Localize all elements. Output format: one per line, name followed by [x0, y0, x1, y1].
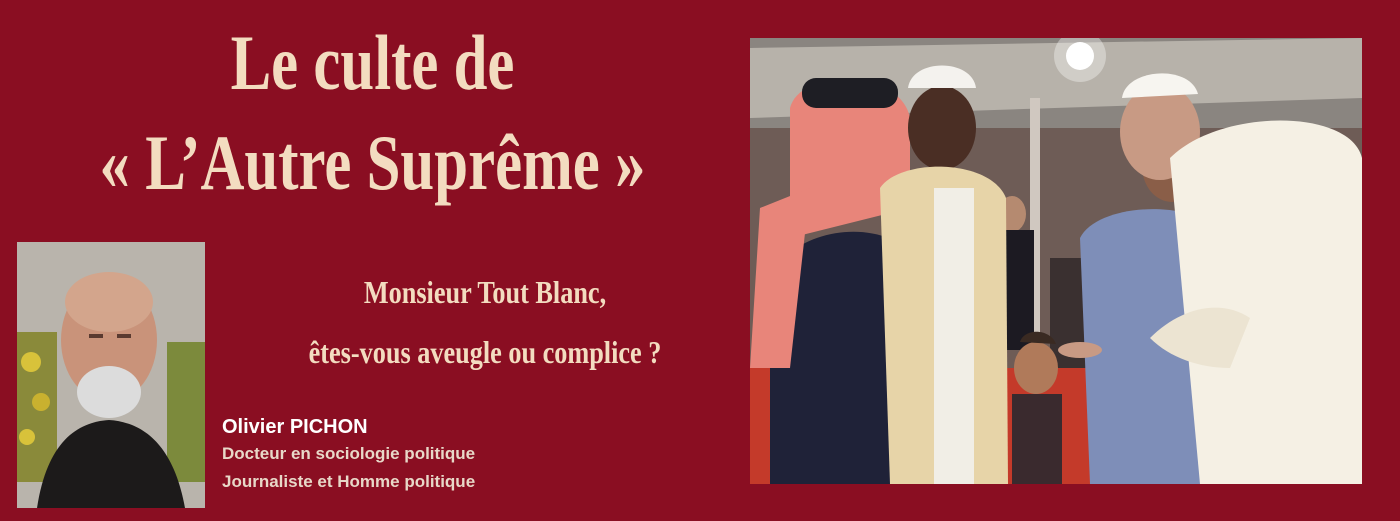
- banner: Le culte de « L’Autre Suprême » Monsieur…: [0, 0, 1400, 521]
- subtitle-line2: êtes-vous aveugle ou complice ?: [308, 334, 662, 370]
- author-role-1: Docteur en sociologie politique: [222, 444, 476, 463]
- author-portrait: [17, 242, 205, 508]
- headline: Le culte de « L’Autre Suprême »: [0, 18, 745, 208]
- author-role-2: Journaliste et Homme politique: [222, 472, 476, 491]
- headline-line2: « L’Autre Suprême »: [99, 119, 646, 206]
- author-block: Olivier PICHON Docteur en sociologie pol…: [222, 414, 475, 496]
- headline-line1: Le culte de: [230, 19, 515, 106]
- event-photo: [750, 38, 1362, 484]
- subtitle-line1: Monsieur Tout Blanc,: [363, 274, 607, 310]
- subtitle: Monsieur Tout Blanc, êtes-vous aveugle o…: [240, 262, 730, 382]
- author-name: Olivier PICHON: [222, 416, 368, 438]
